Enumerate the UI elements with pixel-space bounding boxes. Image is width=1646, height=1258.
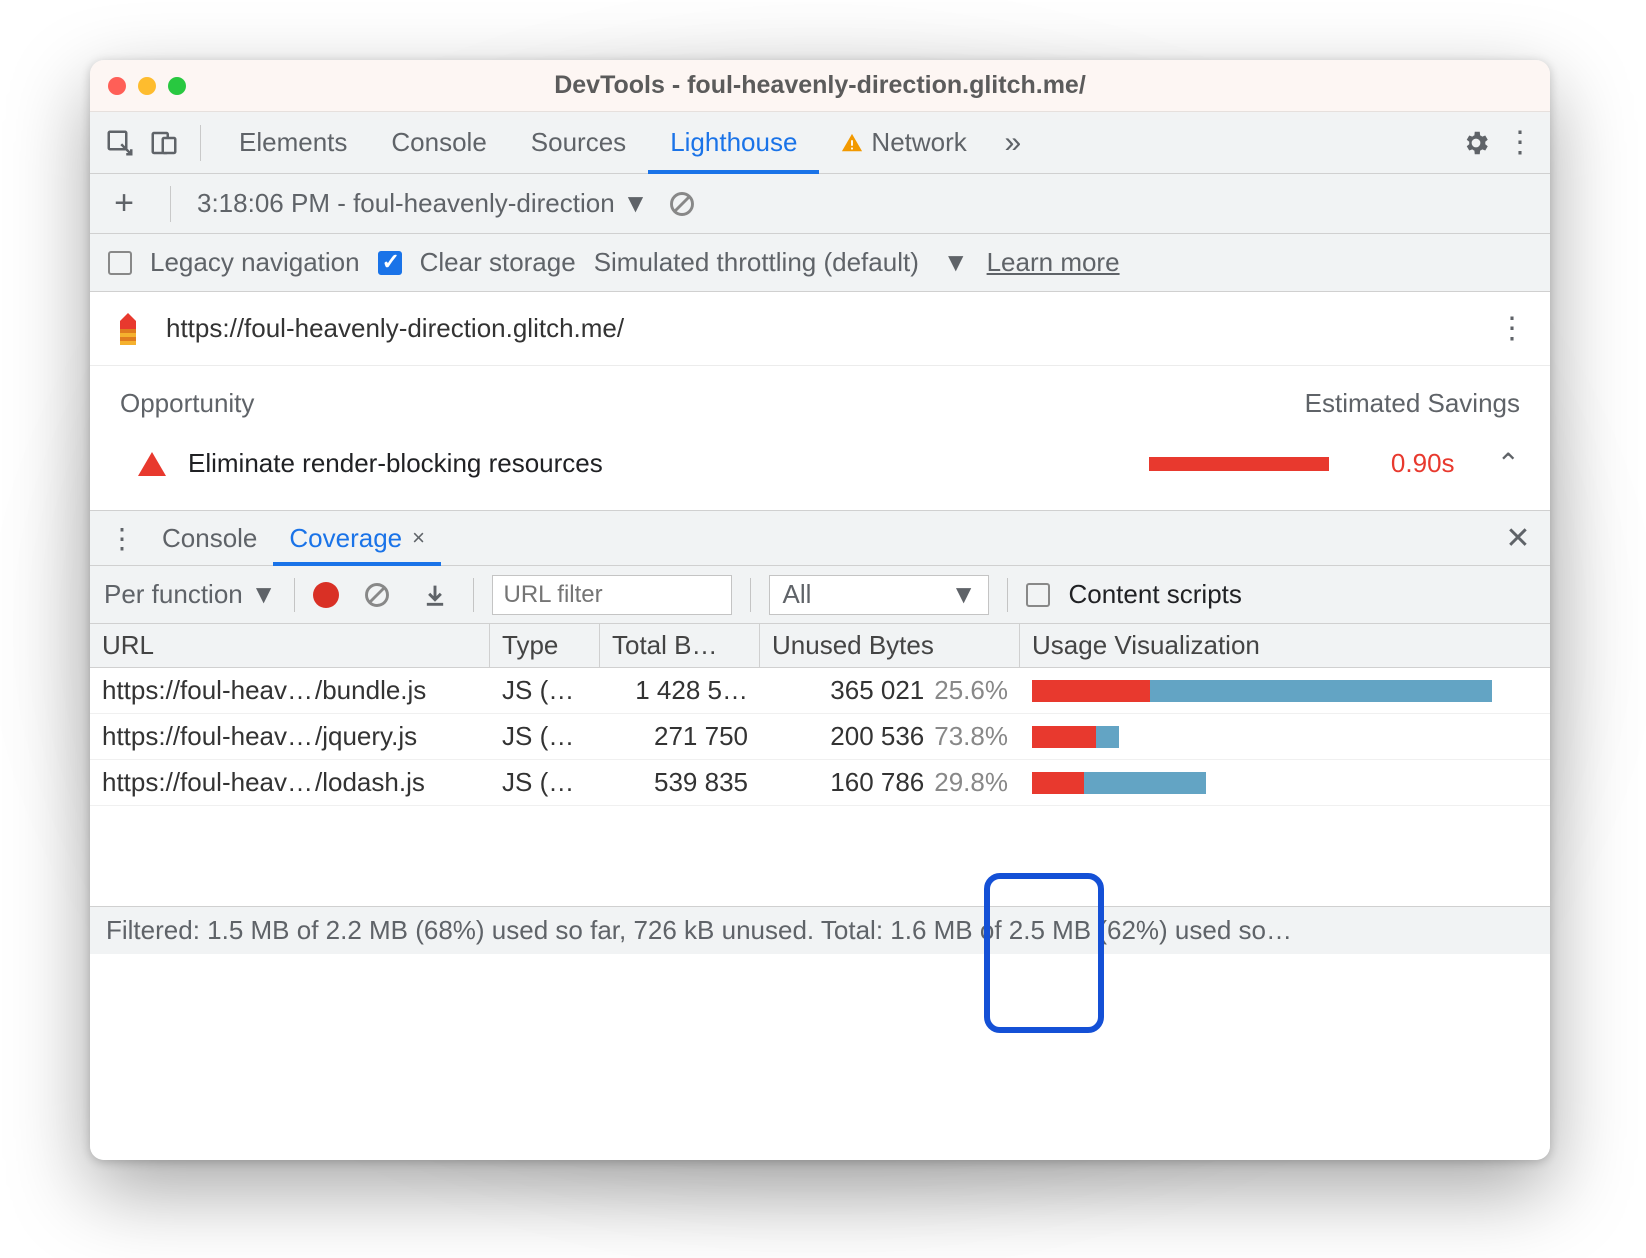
report-dropdown[interactable]: 3:18:06 PM - foul-heavenly-direction ▼ (197, 188, 648, 219)
legacy-navigation-label: Legacy navigation (150, 247, 360, 278)
lighthouse-icon (108, 309, 148, 349)
tab-label: Network (871, 127, 966, 158)
drawer-tab-label: Coverage (289, 523, 402, 554)
titlebar: DevTools - foul-heavenly-direction.glitc… (90, 60, 1550, 112)
tab-close-icon[interactable]: × (412, 525, 425, 551)
throttling-label: Simulated throttling (default) (594, 247, 919, 278)
warning-icon (841, 132, 863, 154)
expand-chevron-icon[interactable]: ⌃ (1497, 447, 1520, 480)
dropdown-arrow-icon: ▼ (251, 579, 277, 610)
drawer-tab-console[interactable]: Console (146, 510, 273, 566)
tab-label: Sources (531, 127, 626, 158)
savings-bar (1149, 457, 1329, 471)
tab-network[interactable]: Network (819, 112, 988, 174)
new-report-button[interactable]: + (104, 184, 144, 224)
lighthouse-options: Legacy navigation Clear storage Simulate… (90, 234, 1550, 292)
cell-unused: 365 02125.6% (760, 675, 1020, 706)
record-button[interactable] (313, 582, 339, 608)
content-scripts-label: Content scripts (1068, 579, 1241, 610)
cell-usage (1020, 772, 1550, 794)
more-tabs-icon[interactable]: » (993, 123, 1033, 163)
cell-type: JS (… (490, 721, 600, 752)
cell-unused: 200 53673.8% (760, 721, 1020, 752)
cell-type: JS (… (490, 675, 600, 706)
audit-url-bar: https://foul-heavenly-direction.glitch.m… (90, 292, 1550, 366)
usage-bar (1032, 726, 1538, 748)
cell-unused: 160 78629.8% (760, 767, 1020, 798)
clear-storage-label: Clear storage (420, 247, 576, 278)
col-usage[interactable]: Usage Visualization (1020, 624, 1550, 667)
cell-total: 539 835 (600, 767, 760, 798)
col-url[interactable]: URL (90, 624, 490, 667)
coverage-row[interactable]: https://foul-heav…/jquery.jsJS (…271 750… (90, 714, 1550, 760)
type-filter-label: All (782, 579, 811, 610)
drawer-tab-label: Console (162, 523, 257, 554)
savings-value: 0.90s (1391, 448, 1455, 479)
export-coverage-icon[interactable] (415, 575, 455, 615)
cell-usage (1020, 726, 1550, 748)
tab-label: Elements (239, 127, 347, 158)
device-toolbar-icon[interactable] (144, 123, 184, 163)
fail-triangle-icon (138, 452, 166, 476)
col-total[interactable]: Total B… (600, 624, 760, 667)
tab-sources[interactable]: Sources (509, 112, 648, 174)
drawer-tab-coverage[interactable]: Coverage × (273, 510, 441, 566)
devtools-window: DevTools - foul-heavenly-direction.glitc… (90, 60, 1550, 1160)
legacy-navigation-checkbox[interactable] (108, 251, 132, 275)
clear-coverage-icon[interactable] (357, 575, 397, 615)
clear-storage-checkbox[interactable] (378, 251, 402, 275)
tab-elements[interactable]: Elements (217, 112, 369, 174)
kebab-menu-icon[interactable]: ⋮ (1500, 123, 1540, 163)
audit-menu-icon[interactable]: ⋮ (1492, 309, 1532, 349)
lighthouse-report: Opportunity Estimated Savings Eliminate … (90, 366, 1550, 1160)
tab-console[interactable]: Console (369, 112, 508, 174)
dropdown-arrow-icon: ▼ (951, 579, 977, 610)
settings-gear-icon[interactable] (1456, 123, 1496, 163)
lighthouse-subbar: + 3:18:06 PM - foul-heavenly-direction ▼ (90, 174, 1550, 234)
col-type[interactable]: Type (490, 624, 600, 667)
drawer-tabstrip: ⋮ Console Coverage × ✕ (90, 510, 1550, 566)
cell-url: https://foul-heav…/lodash.js (90, 767, 490, 798)
content-scripts-checkbox[interactable] (1026, 583, 1050, 607)
opportunity-title: Eliminate render-blocking resources (188, 448, 1127, 479)
main-toolbar: ElementsConsoleSourcesLighthouseNetwork … (90, 112, 1550, 174)
savings-header: Estimated Savings (1305, 388, 1520, 419)
audit-url: https://foul-heavenly-direction.glitch.m… (166, 313, 624, 344)
col-unused[interactable]: Unused Bytes (760, 624, 1020, 667)
coverage-row[interactable]: https://foul-heav…/lodash.jsJS (…539 835… (90, 760, 1550, 806)
coverage-row[interactable]: https://foul-heav…/bundle.jsJS (…1 428 5… (90, 668, 1550, 714)
coverage-status: Filtered: 1.5 MB of 2.2 MB (68%) used so… (90, 906, 1550, 954)
coverage-mode-select[interactable]: Per function ▼ (104, 579, 276, 610)
cell-type: JS (… (490, 767, 600, 798)
cell-total: 1 428 5… (600, 675, 760, 706)
dropdown-arrow-icon: ▼ (623, 188, 649, 219)
cell-url: https://foul-heav…/bundle.js (90, 675, 490, 706)
cell-usage (1020, 680, 1550, 702)
coverage-toolbar: Per function ▼ All ▼ Content scripts (90, 566, 1550, 624)
url-filter-input[interactable] (492, 575, 732, 615)
tab-label: Lighthouse (670, 127, 797, 158)
usage-bar (1032, 680, 1538, 702)
drawer-close-icon[interactable]: ✕ (1498, 518, 1538, 558)
dropdown-arrow-icon[interactable]: ▼ (943, 247, 969, 278)
cell-url: https://foul-heav…/jquery.js (90, 721, 490, 752)
coverage-table: URL Type Total B… Unused Bytes Usage Vis… (90, 624, 1550, 906)
window-title: DevTools - foul-heavenly-direction.glitc… (90, 71, 1550, 100)
tab-lighthouse[interactable]: Lighthouse (648, 112, 819, 174)
tab-label: Console (391, 127, 486, 158)
type-filter-select[interactable]: All ▼ (769, 575, 989, 615)
inspect-element-icon[interactable] (100, 123, 140, 163)
usage-bar (1032, 772, 1538, 794)
drawer-menu-icon[interactable]: ⋮ (102, 518, 142, 558)
learn-more-link[interactable]: Learn more (987, 247, 1120, 278)
coverage-mode-label: Per function (104, 579, 243, 610)
opportunity-header: Opportunity (120, 388, 254, 419)
clear-report-icon[interactable] (662, 184, 702, 224)
coverage-table-header: URL Type Total B… Unused Bytes Usage Vis… (90, 624, 1550, 668)
report-dropdown-label: 3:18:06 PM - foul-heavenly-direction (197, 188, 615, 219)
opportunity-row[interactable]: Eliminate render-blocking resources 0.90… (90, 429, 1550, 510)
cell-total: 271 750 (600, 721, 760, 752)
